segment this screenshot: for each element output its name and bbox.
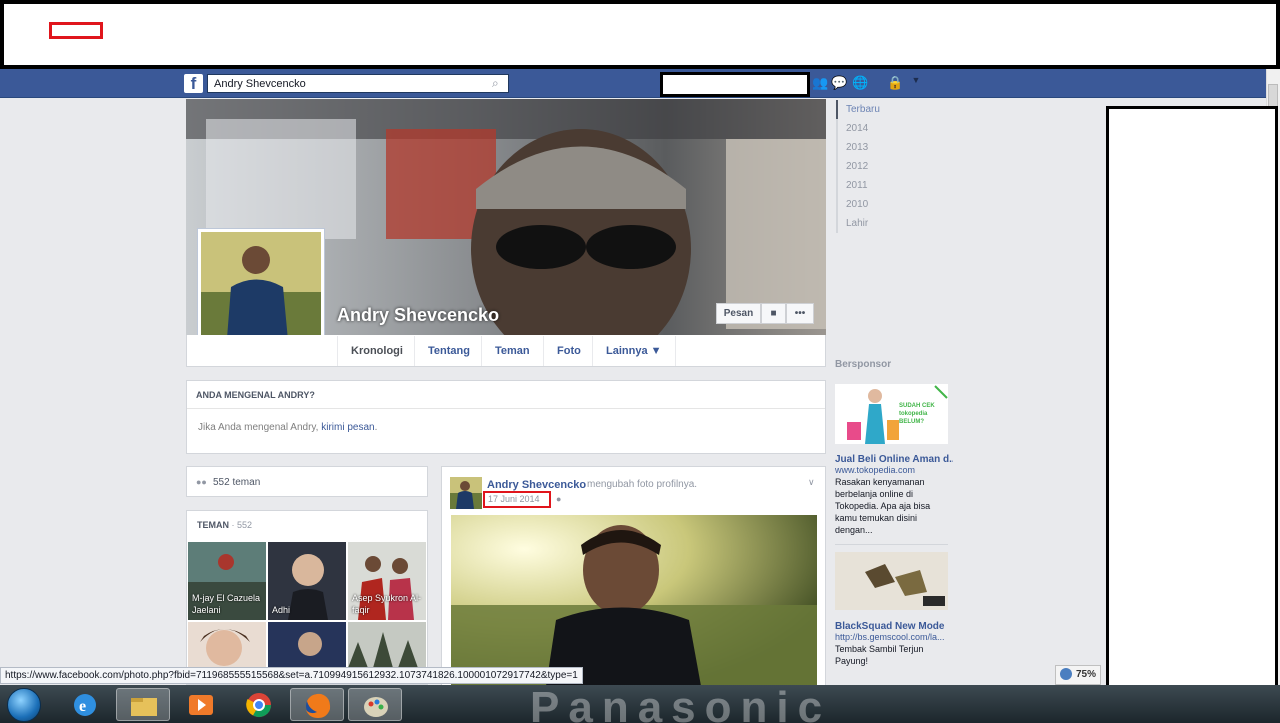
redacted-box [660,72,810,97]
know-box-text: Jika Anda mengenal Andry, kirimi pesan. [198,422,377,433]
profile-name: Andry Shevcencko [337,305,500,325]
paint-glyph [364,697,388,717]
redacted-sidebar [1106,106,1278,723]
friend-photo [268,622,346,668]
svg-text:e: e [79,698,86,715]
video-call-icon[interactable]: ■ [761,303,786,324]
timeline-year-terbaru[interactable]: Terbaru [836,100,880,119]
post-avatar-image [450,477,482,509]
timeline-year-2012[interactable]: 2012 [836,157,868,176]
ad-image[interactable]: SUDAH CEK tokopedia BELUM? [835,384,948,444]
friend-name[interactable]: Adhi [272,604,290,616]
know-box-text-main: Jika Anda mengenal Andry, [198,422,322,433]
paint-icon[interactable] [348,688,402,721]
wallpaper-brand-text: Panasonic [530,683,832,723]
settings-dropdown-icon[interactable]: ▼ [908,75,924,91]
ad-image[interactable] [835,552,948,610]
tab-teman[interactable]: Teman [481,336,543,366]
globe-icon: ● [556,494,562,504]
friend-tile[interactable] [188,622,266,668]
red-highlight-box [49,22,103,39]
firefox-icon[interactable] [290,688,344,721]
search-input[interactable]: Andry Shevcencko [207,74,509,93]
friend-tile[interactable] [268,622,346,668]
know-box-title: ANDA MENGENAL ANDRY? [196,390,315,400]
friend-tile[interactable]: Asep Syukron Al-faqir [348,542,426,620]
post-action-text: mengubah foto profilnya. [587,479,698,490]
friends-panel-count: · 552 [229,520,253,530]
timeline-year-2011[interactable]: 2011 [836,176,868,195]
chrome-glyph [246,693,271,718]
privacy-lock-icon[interactable]: 🔒 [887,75,903,91]
media-glyph [189,695,213,715]
post-author-name[interactable]: Andry Shevcencko [487,479,586,491]
ad-title[interactable]: Jual Beli Online Aman d... [835,454,953,465]
tab-foto[interactable]: Foto [543,336,594,366]
post-photo[interactable] [451,515,817,686]
friend-tile[interactable]: M-jay El Cazuela Jaelani [188,542,266,620]
know-box-text-suffix: . [374,422,378,433]
friend-photo [188,622,266,668]
ad-url[interactable]: http://bs.gemscool.com/la... [835,632,950,642]
friends-panel-title-label[interactable]: TEMAN [197,520,229,530]
explorer-glyph [131,698,157,716]
friends-panel-title[interactable]: TEMAN · 552 [197,520,252,530]
media-player-icon[interactable] [174,688,228,721]
friends-count[interactable]: 552 teman [213,477,260,488]
divider [187,408,825,409]
messages-icon[interactable]: 💬 [831,75,847,91]
sponsored-title: Bersponsor [835,359,892,370]
divider [835,544,948,545]
ad-url[interactable]: www.tokopedia.com [835,465,915,475]
internet-explorer-icon[interactable]: e [58,688,112,721]
post-photo-image [451,515,817,686]
friends-icon: ●● [196,477,207,487]
send-message-link[interactable]: kirimi pesan [321,422,374,433]
timeline-year-2010[interactable]: 2010 [836,195,868,214]
friend-name[interactable]: M-jay El Cazuela Jaelani [192,592,262,616]
friend-photo [348,622,426,668]
post-date[interactable]: 17 Juni 2014 [488,494,540,504]
zoom-globe-icon [1060,668,1072,680]
tab-lainnya[interactable]: Lainnya ▼ [592,336,676,366]
more-options-button[interactable]: ••• [786,303,814,324]
timeline-year-2014[interactable]: 2014 [836,119,868,138]
chevron-down-icon[interactable]: ∨ [808,477,815,488]
ad-image-text: SUDAH CEK tokopedia BELUM? [899,403,935,425]
browser-toolbar-redacted [0,0,1280,69]
facebook-logo-icon[interactable]: f [184,74,203,93]
friend-tile[interactable]: Adhi [268,542,346,620]
status-bar-url: https://www.facebook.com/photo.php?fbid=… [0,667,583,684]
profile-picture-image [201,232,321,351]
post-author-avatar[interactable] [450,477,482,509]
timeline-year-lahir[interactable]: Lahir [836,214,868,233]
friend-name[interactable]: Asep Syukron Al-faqir [352,592,422,616]
friend-requests-icon[interactable]: 👥 [812,75,828,91]
tab-kronologi[interactable]: Kronologi [337,336,416,366]
blacksquad-ad-image [835,552,948,610]
ad-body[interactable]: Rasakan kenyamanan berbelanja online di … [835,476,947,536]
firefox-glyph [306,693,331,718]
ad-body[interactable]: Tembak Sambil Terjun Payung! [835,643,947,667]
tab-tentang[interactable]: Tentang [414,336,483,366]
chrome-icon[interactable] [232,688,286,721]
search-icon[interactable]: ⌕ [492,76,506,90]
file-explorer-icon[interactable] [116,688,170,721]
start-button-icon[interactable] [7,688,41,722]
message-button[interactable]: Pesan [716,303,761,324]
friend-tile[interactable] [348,622,426,668]
timeline-year-2013[interactable]: 2013 [836,138,868,157]
ie-glyph: e [74,694,96,716]
notifications-globe-icon[interactable]: 🌐 [852,75,868,91]
ad-title[interactable]: BlackSquad New Mode [835,621,944,632]
